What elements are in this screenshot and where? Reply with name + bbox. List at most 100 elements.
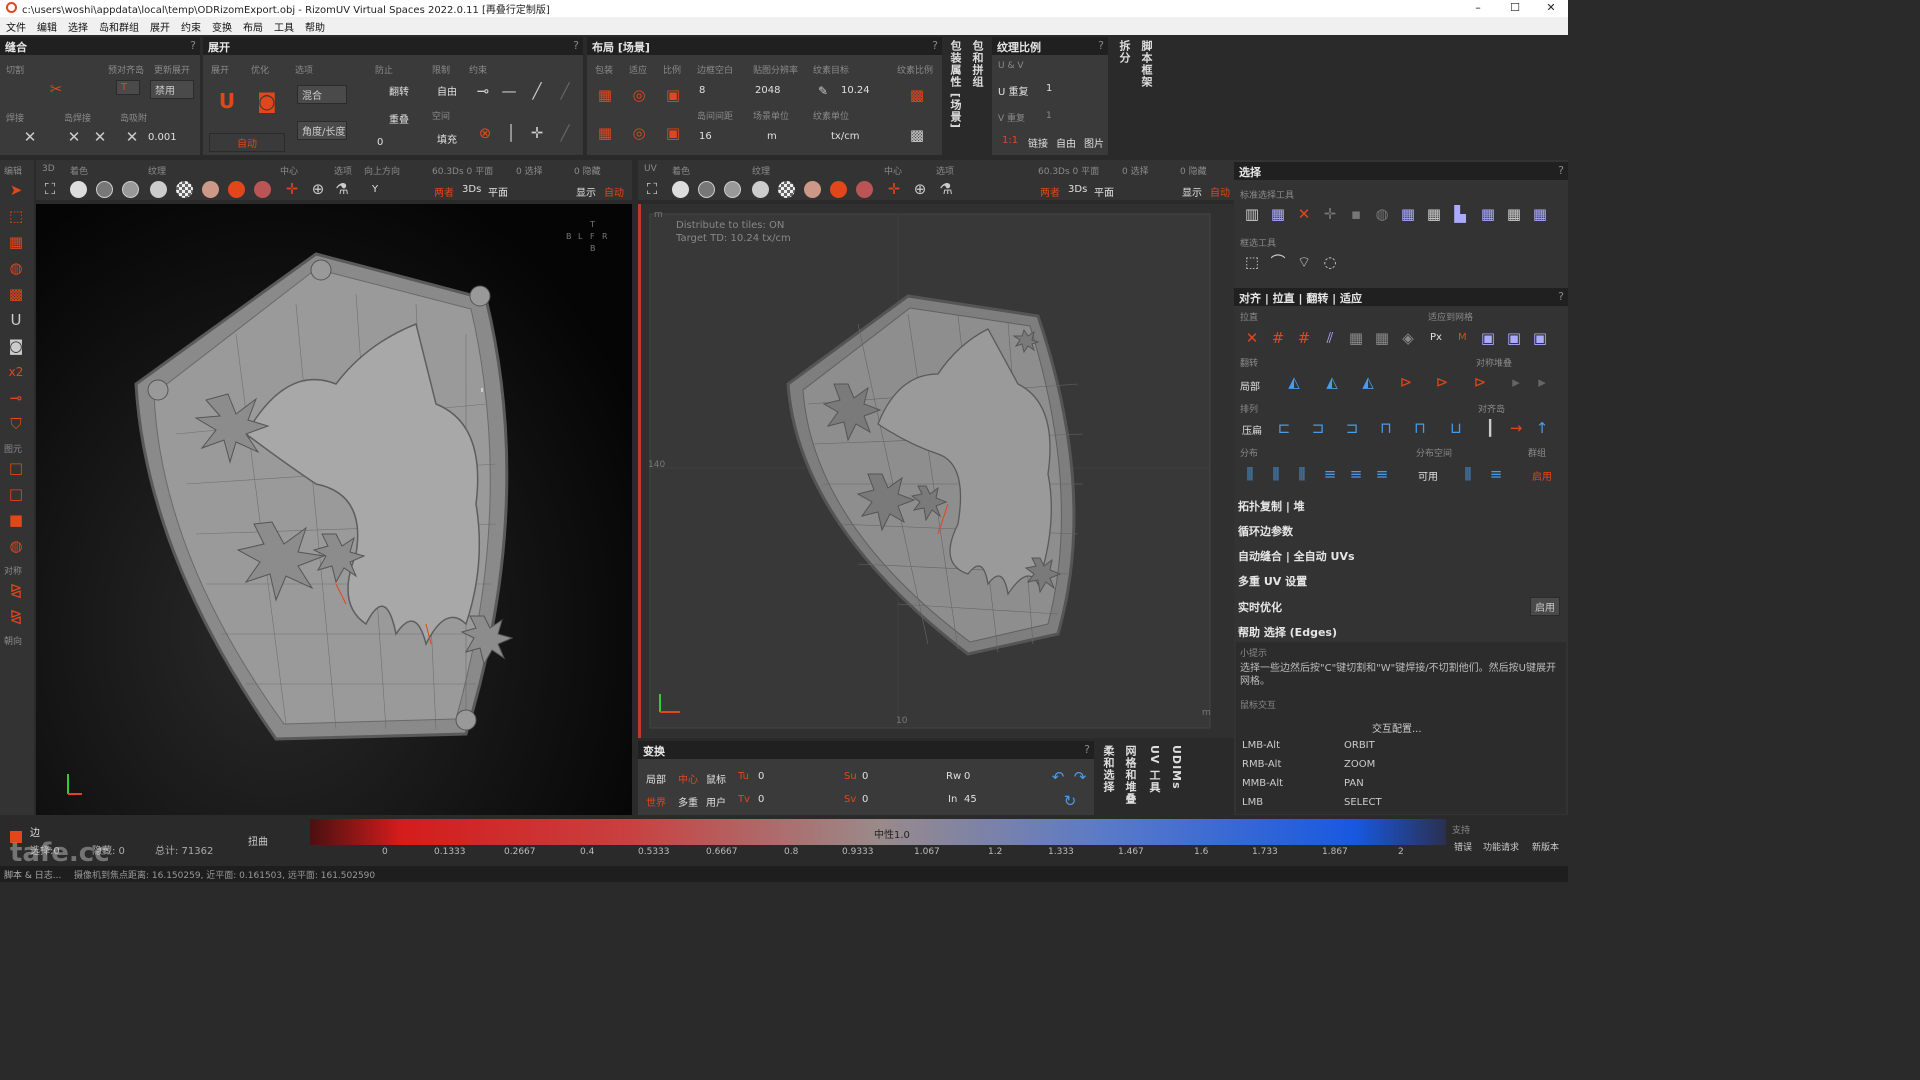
scene-unit-value[interactable]: m: [767, 131, 777, 142]
checker-ball-icon[interactable]: [176, 181, 193, 198]
u-repeat-value[interactable]: 1: [1046, 83, 1052, 94]
dist-2-icon[interactable]: ⫼: [1266, 464, 1286, 484]
v-repeat-value[interactable]: 1: [1046, 111, 1052, 121]
menu-select[interactable]: 选择: [62, 17, 93, 34]
group-apply-button[interactable]: 启用: [1532, 468, 1552, 483]
3ds-toggle[interactable]: 3Ds: [1068, 184, 1087, 195]
rect-select-icon[interactable]: ⬚: [6, 206, 26, 226]
flat-toggle[interactable]: 平面: [1094, 184, 1114, 199]
minimize-button[interactable]: –: [1460, 0, 1496, 17]
cross-icon[interactable]: ✛: [527, 123, 547, 143]
section-realtime-optimize[interactable]: 实时优化: [1238, 599, 1282, 615]
flip-option[interactable]: 翻转: [389, 83, 409, 98]
texel-ratio-icon[interactable]: ▩: [907, 85, 927, 105]
menu-layout[interactable]: 布局: [237, 17, 268, 34]
rotate-cw-icon[interactable]: ↷: [1070, 767, 1090, 787]
free-button[interactable]: 自由: [1056, 135, 1076, 150]
vertex-icon[interactable]: □: [6, 458, 26, 478]
ratio2-icon[interactable]: ▣: [663, 123, 683, 143]
dist-1-icon[interactable]: ⫼: [1240, 464, 1260, 484]
menu-transform[interactable]: 变换: [206, 17, 237, 34]
select-tool-5-icon[interactable]: ▪: [1346, 204, 1366, 224]
straighten-3-icon[interactable]: #: [1294, 328, 1314, 348]
flip-1-icon[interactable]: ◭: [1284, 372, 1304, 392]
mix-select[interactable]: 混合: [297, 85, 347, 104]
pack-icon[interactable]: ▦: [595, 85, 615, 105]
weld-island-icon[interactable]: ✕: [64, 127, 84, 147]
texture-ball-icon[interactable]: [150, 181, 167, 198]
rw-value[interactable]: 0: [964, 771, 970, 782]
diagonal-icon[interactable]: ╱: [527, 81, 547, 101]
menu-tools[interactable]: 工具: [268, 17, 299, 34]
dist-6-icon[interactable]: ≡: [1372, 464, 1392, 484]
help-icon[interactable]: ?: [1558, 164, 1564, 177]
straighten-6-icon[interactable]: ▦: [1372, 328, 1392, 348]
ratio-1-1-button[interactable]: 1:1: [1002, 135, 1018, 146]
px-toggle[interactable]: Px: [1430, 332, 1442, 343]
section-multi-uv[interactable]: 多重 UV 设置: [1238, 573, 1307, 589]
diagonal3-icon[interactable]: ╱: [555, 123, 575, 143]
snap-1-icon[interactable]: ▣: [1478, 328, 1498, 348]
weld-distance-value[interactable]: 0.001: [148, 132, 177, 143]
frame-icon[interactable]: ⛶: [40, 179, 60, 199]
resolution-value[interactable]: 2048: [755, 85, 780, 96]
overlap-option[interactable]: 重叠: [389, 111, 409, 126]
both-toggle[interactable]: 两者: [1040, 184, 1060, 199]
margin-value[interactable]: 8: [699, 85, 705, 96]
align-middle-icon[interactable]: ⊓: [1410, 418, 1430, 438]
prealign-toggle[interactable]: T: [116, 80, 140, 95]
dist-3-icon[interactable]: ⫼: [1292, 464, 1312, 484]
script-log-button[interactable]: 脚本 & 日志...: [4, 868, 61, 881]
viewcube[interactable]: T B L F R B: [564, 220, 616, 260]
straighten-5-icon[interactable]: ▦: [1346, 328, 1366, 348]
viewcube-top[interactable]: T: [590, 220, 595, 229]
unpin-icon[interactable]: ⊗: [475, 123, 495, 143]
help-icon[interactable]: ?: [932, 39, 938, 52]
x2-icon[interactable]: x2: [6, 362, 26, 382]
menu-help[interactable]: 帮助: [299, 17, 330, 34]
dist-space-1-icon[interactable]: ⫼: [1458, 464, 1478, 484]
tab-soft-select[interactable]: 柔和选择: [1100, 745, 1116, 793]
tab-grid-stack[interactable]: 网格和堆叠: [1122, 745, 1138, 805]
options-icon[interactable]: ⚗: [332, 179, 352, 199]
wire-shaded-ball-icon[interactable]: [724, 181, 741, 198]
angle-length-select[interactable]: 角度/长度: [297, 121, 347, 140]
mirror2-icon[interactable]: ⧎: [6, 606, 26, 626]
select-tool-7-icon[interactable]: ▦: [1398, 204, 1418, 224]
distortion-select[interactable]: 扭曲: [248, 833, 268, 848]
su-value[interactable]: 0: [862, 771, 868, 782]
snap-2-icon[interactable]: ▣: [1504, 328, 1524, 348]
viewcube-bottom[interactable]: B: [590, 244, 596, 253]
circle-select-icon[interactable]: ◌: [1320, 252, 1340, 272]
spacing-value[interactable]: 16: [699, 131, 712, 142]
red-ball-icon[interactable]: [228, 181, 245, 198]
align-bottom-icon[interactable]: ⊔: [1446, 418, 1466, 438]
distort-ball-icon[interactable]: [804, 181, 821, 198]
viewcube-back[interactable]: B: [566, 232, 572, 241]
align-left-icon[interactable]: ⊏: [1274, 418, 1294, 438]
tab-uv-tools[interactable]: UV 工具: [1146, 745, 1162, 793]
tu-value[interactable]: 0: [758, 771, 764, 782]
select-tool-2-icon[interactable]: ▦: [1268, 204, 1288, 224]
sym-1-icon[interactable]: ▸: [1506, 372, 1526, 392]
rotate-ccw-icon[interactable]: ↶: [1048, 767, 1068, 787]
tv-value[interactable]: 0: [758, 794, 764, 805]
auto-toggle[interactable]: 自动: [1210, 184, 1230, 199]
update-unfold-select[interactable]: 禁用: [150, 80, 194, 99]
vertical-icon[interactable]: │: [501, 123, 521, 143]
polygon-lasso-icon[interactable]: ⌔: [1294, 252, 1314, 272]
sphere-icon[interactable]: ◍: [6, 258, 26, 278]
flip-5-icon[interactable]: ⊳: [1432, 372, 1452, 392]
tab-pack-props[interactable]: 包装属性 [场景]: [947, 40, 963, 129]
optimize-tool-icon[interactable]: ◙: [6, 336, 26, 356]
diagonal2-icon[interactable]: ╱: [555, 81, 575, 101]
select-tool-8-icon[interactable]: ▦: [1424, 204, 1444, 224]
user-toggle[interactable]: 用户: [706, 794, 726, 809]
m-toggle[interactable]: M: [1458, 332, 1467, 343]
wire-ball-icon[interactable]: [96, 181, 113, 198]
line-icon[interactable]: —: [499, 81, 519, 101]
center-toggle[interactable]: 中心: [678, 771, 698, 786]
compress-button[interactable]: 压扁: [1242, 422, 1262, 437]
texture-ball-icon[interactable]: [752, 181, 769, 198]
align-right-icon[interactable]: ⊐: [1342, 418, 1362, 438]
